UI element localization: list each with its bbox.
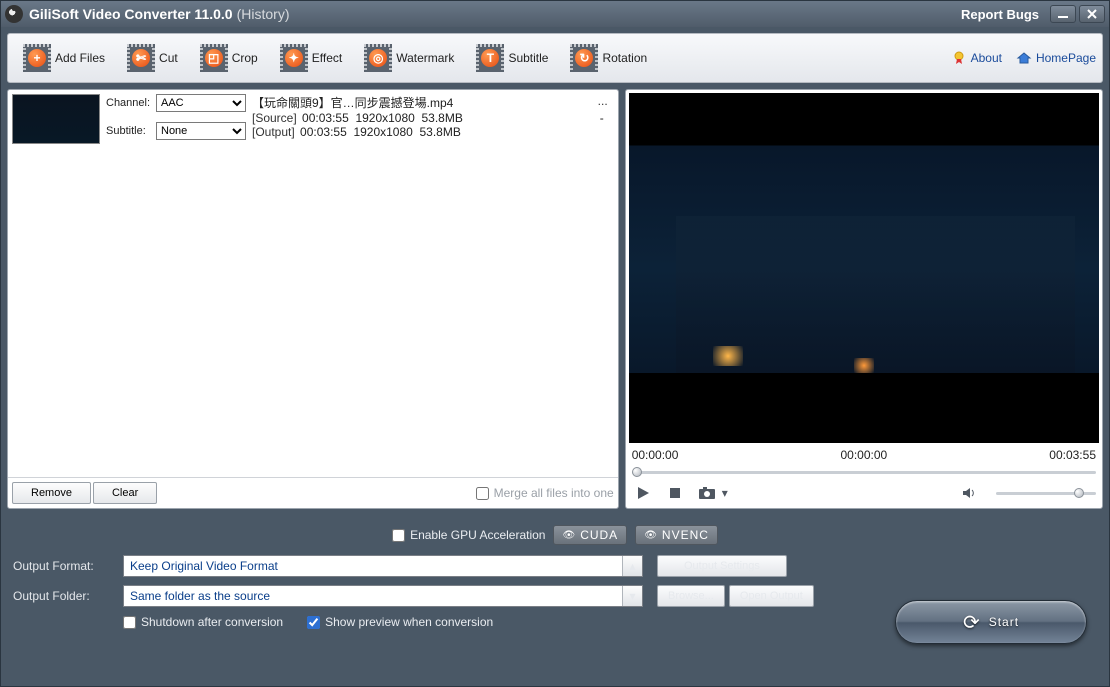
volume-slider[interactable] xyxy=(996,492,1096,495)
output-format-value: Keep Original Video Format xyxy=(124,559,622,573)
rotation-button[interactable]: ↻ Rotation xyxy=(561,39,656,77)
drop-icon: ◎ xyxy=(369,49,387,67)
output-folder-combo[interactable]: Same folder as the source ▾ xyxy=(123,585,643,607)
wand-icon: ✦ xyxy=(285,49,303,67)
preview-checkbox-label[interactable]: Show preview when conversion xyxy=(307,615,493,629)
close-button[interactable] xyxy=(1079,5,1105,23)
subtitle-meta-label: Subtitle: xyxy=(106,125,156,137)
subtitle-button[interactable]: T Subtitle xyxy=(467,39,557,77)
shutdown-checkbox[interactable] xyxy=(123,616,136,629)
browse-button[interactable]: Browse... xyxy=(657,585,725,607)
about-text: About xyxy=(971,51,1002,65)
chevron-up-icon[interactable]: ▴ xyxy=(622,556,642,576)
output-format-combo[interactable]: Keep Original Video Format ▴ xyxy=(123,555,643,577)
plus-icon: + xyxy=(28,49,46,67)
watermark-label: Watermark xyxy=(396,51,454,65)
rotate-icon: ↻ xyxy=(575,49,593,67)
subtitle-select[interactable]: None xyxy=(156,122,246,140)
watermark-button[interactable]: ◎ Watermark xyxy=(355,39,463,77)
source-duration: 00:03:55 xyxy=(302,111,349,125)
time-start: 00:00:00 xyxy=(632,448,679,462)
rotation-label: Rotation xyxy=(602,51,647,65)
open-output-button[interactable]: Open Output xyxy=(729,585,814,607)
snapshot-button[interactable] xyxy=(696,484,718,502)
chevron-down-icon[interactable]: ▾ xyxy=(622,586,642,606)
toolbar: + Add Files ✄ Cut ◰ Crop ✦ Effect ◎ Wate… xyxy=(7,33,1103,83)
cut-button[interactable]: ✄ Cut xyxy=(118,39,187,77)
text-icon: T xyxy=(481,49,499,67)
shutdown-checkbox-label[interactable]: Shutdown after conversion xyxy=(123,615,283,629)
seek-slider[interactable] xyxy=(632,466,1096,478)
output-tag: [Output] xyxy=(252,125,295,139)
time-end: 00:03:55 xyxy=(1049,448,1096,462)
titlebar: GiliSoft Video Converter 11.0.0 (History… xyxy=(1,1,1109,27)
file-row[interactable]: Channel: AAC Subtitle: None 【玩命關頭9】官…同步震… xyxy=(8,90,618,154)
cuda-badge: 👁 CUDA xyxy=(553,525,627,545)
start-button[interactable]: ⟳ Start xyxy=(895,600,1087,644)
preview-panel: 00:00:00 00:00:00 00:03:55 ▾ xyxy=(625,89,1103,509)
merge-text: Merge all files into one xyxy=(494,486,614,500)
gpu-checkbox-label[interactable]: Enable GPU Acceleration xyxy=(392,528,545,542)
refresh-icon: ⟳ xyxy=(963,610,981,635)
source-size: 53.8MB xyxy=(422,111,463,125)
volume-icon[interactable] xyxy=(958,484,980,502)
start-label: Start xyxy=(989,615,1019,629)
file-thumbnail xyxy=(12,94,100,144)
homepage-text: HomePage xyxy=(1036,51,1096,65)
output-size: 53.8MB xyxy=(420,125,461,139)
subtitle-label: Subtitle xyxy=(508,51,548,65)
app-icon xyxy=(5,5,23,23)
merge-checkbox[interactable] xyxy=(476,487,489,500)
crop-icon: ◰ xyxy=(205,49,223,67)
output-folder-value: Same folder as the source xyxy=(124,589,622,603)
preview-text: Show preview when conversion xyxy=(325,615,493,629)
file-more-button[interactable]: ... xyxy=(598,94,614,111)
output-duration: 00:03:55 xyxy=(300,125,347,139)
effect-button[interactable]: ✦ Effect xyxy=(271,39,351,77)
app-title-suffix: (History) xyxy=(237,6,290,22)
video-area[interactable] xyxy=(629,93,1099,443)
output-folder-label: Output Folder: xyxy=(13,589,123,603)
time-current: 00:00:00 xyxy=(840,448,887,462)
app-title: GiliSoft Video Converter 11.0.0 xyxy=(29,6,233,22)
clear-button[interactable]: Clear xyxy=(93,482,157,504)
minimize-button[interactable] xyxy=(1050,5,1076,23)
source-resolution: 1920x1080 xyxy=(355,111,414,125)
homepage-link[interactable]: HomePage xyxy=(1016,50,1096,66)
gpu-checkbox[interactable] xyxy=(392,529,405,542)
award-icon xyxy=(951,50,967,66)
about-link[interactable]: About xyxy=(951,50,1002,66)
add-files-button[interactable]: + Add Files xyxy=(14,39,114,77)
add-files-label: Add Files xyxy=(55,51,105,65)
output-settings-button[interactable]: Output Settings xyxy=(657,555,787,577)
output-resolution: 1920x1080 xyxy=(353,125,412,139)
nvenc-badge: 👁 NVENC xyxy=(635,525,718,545)
file-name: 【玩命關頭9】官…同步震撼登場.mp4 xyxy=(252,94,453,111)
cut-label: Cut xyxy=(159,51,178,65)
shutdown-text: Shutdown after conversion xyxy=(141,615,283,629)
crop-button[interactable]: ◰ Crop xyxy=(191,39,267,77)
stop-button[interactable] xyxy=(664,484,686,502)
report-bugs-link[interactable]: Report Bugs xyxy=(961,7,1039,22)
source-tag: [Source] xyxy=(252,111,297,125)
effect-label: Effect xyxy=(312,51,342,65)
source-dash: - xyxy=(600,111,614,125)
output-format-label: Output Format: xyxy=(13,559,123,573)
merge-checkbox-label[interactable]: Merge all files into one xyxy=(476,486,614,500)
play-button[interactable] xyxy=(632,484,654,502)
crop-label: Crop xyxy=(232,51,258,65)
remove-button[interactable]: Remove xyxy=(12,482,91,504)
home-icon xyxy=(1016,50,1032,66)
scissors-icon: ✄ xyxy=(132,49,150,67)
channel-label: Channel: xyxy=(106,97,156,109)
file-list-panel: Channel: AAC Subtitle: None 【玩命關頭9】官…同步震… xyxy=(7,89,619,509)
channel-select[interactable]: AAC xyxy=(156,94,246,112)
preview-checkbox[interactable] xyxy=(307,616,320,629)
gpu-text: Enable GPU Acceleration xyxy=(410,528,545,542)
